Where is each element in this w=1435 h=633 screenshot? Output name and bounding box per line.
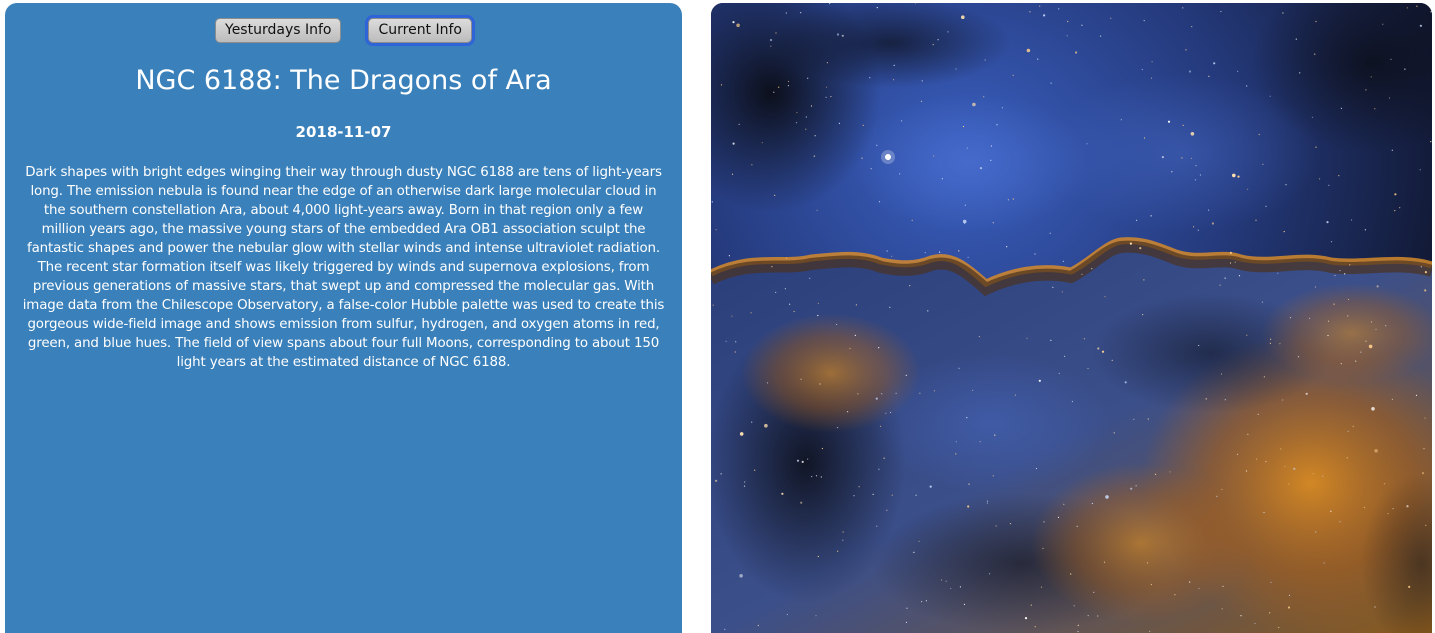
info-panel: Yesturdays Info Current Info NGC 6188: T… bbox=[5, 3, 682, 633]
current-info-button[interactable]: Current Info bbox=[368, 18, 472, 43]
yesterdays-info-button[interactable]: Yesturdays Info bbox=[215, 18, 342, 43]
apod-image bbox=[711, 3, 1432, 633]
nebula-image bbox=[711, 3, 1432, 633]
apod-explanation: Dark shapes with bright edges winging th… bbox=[22, 165, 665, 370]
button-row: Yesturdays Info Current Info bbox=[5, 18, 682, 43]
apod-date: 2018-11-07 bbox=[295, 123, 392, 141]
apod-title: NGC 6188: The Dragons of Ara bbox=[135, 65, 552, 96]
